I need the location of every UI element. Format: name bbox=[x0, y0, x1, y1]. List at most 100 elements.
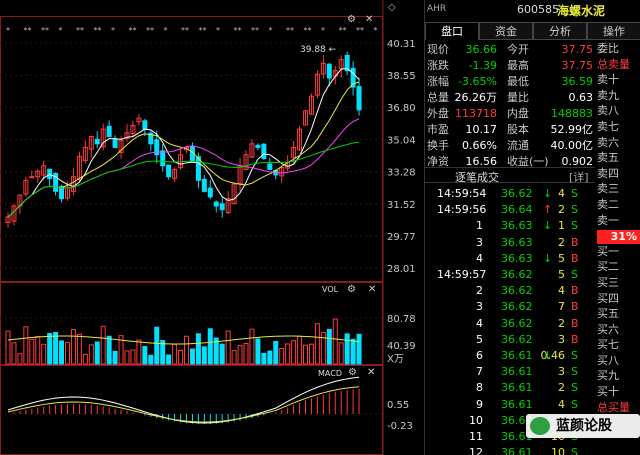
tick-time: 12 bbox=[469, 446, 483, 455]
order-book-label: 买五 bbox=[597, 307, 619, 321]
event-marker: * bbox=[6, 26, 10, 35]
tick-time: 1 bbox=[476, 219, 483, 233]
stat-label: 总量 bbox=[427, 91, 449, 104]
tick-volume: 0.46 bbox=[540, 349, 566, 362]
candle-body bbox=[207, 187, 213, 198]
price-axis-label: 31.52 bbox=[387, 200, 416, 211]
volume-bar bbox=[350, 338, 356, 365]
stat-row: 市盈 10.17 股本 52.99亿 bbox=[425, 122, 595, 138]
candle-body bbox=[112, 139, 118, 148]
volume-bar bbox=[356, 333, 362, 365]
volume-bar bbox=[166, 354, 172, 365]
gear-icon[interactable]: ⚙ bbox=[347, 14, 356, 25]
candle-body bbox=[142, 120, 148, 130]
volume-bar bbox=[255, 338, 261, 365]
tick-price: 36.61 bbox=[501, 381, 533, 395]
tick-detail-link[interactable]: [详] bbox=[569, 169, 589, 185]
tick-side: S bbox=[571, 349, 578, 362]
close-icon[interactable]: ✕ bbox=[368, 284, 376, 295]
tab-pankou[interactable]: 盘口 bbox=[425, 22, 479, 40]
event-marker: ** bbox=[94, 26, 102, 35]
tick-time: 14:59:56 bbox=[437, 203, 487, 217]
tick-volume: 2 bbox=[558, 381, 565, 395]
order-book-label: 总买量 bbox=[597, 400, 630, 414]
candle-body bbox=[356, 86, 362, 111]
price-axis-label: 33.28 bbox=[387, 168, 416, 179]
tick-row: 14:59:56 36.64 ↑ 2 S bbox=[425, 202, 595, 218]
kline-chart-area[interactable]: 40.31 38.55 36.80 35.04 33.28 31.52 29.77 28.01… bbox=[0, 0, 422, 455]
volume-bar bbox=[106, 335, 112, 365]
tick-time: 11 bbox=[469, 430, 483, 443]
volume-bar bbox=[189, 348, 195, 365]
panel-tabs: 盘口 资金 分析 操作 bbox=[425, 22, 640, 40]
tick-time: 14:59:57 bbox=[437, 268, 487, 281]
stat-value: 113718 bbox=[455, 107, 497, 120]
tick-volume: 3 bbox=[558, 365, 565, 379]
tick-price: 36.64 bbox=[501, 203, 533, 217]
price-axis-label: 28.01 bbox=[387, 264, 416, 275]
tick-row: 14:59:57 36.62 5 S bbox=[425, 267, 595, 283]
tab-caozuo[interactable]: 操作 bbox=[587, 22, 640, 40]
close-icon[interactable]: ✕ bbox=[365, 14, 373, 25]
tick-row: 3 36.63 2 B bbox=[425, 235, 595, 251]
stat-value: 37.75 bbox=[561, 59, 594, 72]
stat-label: 量比 bbox=[507, 91, 529, 104]
event-marker: ** bbox=[304, 26, 312, 35]
tick-side: S bbox=[571, 268, 578, 281]
tick-time: 14:59:54 bbox=[437, 187, 487, 200]
gear-icon[interactable]: ⚙ bbox=[348, 367, 357, 378]
tick-row: 12 36.61 10 S bbox=[425, 445, 595, 455]
watermark-logo: 蓝颜论股 bbox=[526, 414, 640, 438]
tick-time: 4 bbox=[476, 251, 483, 265]
volume-bar bbox=[201, 346, 207, 365]
stat-row: 总量 26.26万 量比 0.63 bbox=[425, 90, 595, 106]
close-icon[interactable]: ✕ bbox=[367, 367, 375, 378]
stat-label: 现价 bbox=[427, 43, 449, 56]
tick-side: S bbox=[571, 203, 578, 217]
tick-row: 7 36.61 3 S bbox=[425, 364, 595, 380]
candle-body bbox=[94, 138, 100, 145]
event-marker: ** bbox=[199, 26, 207, 35]
tick-side: S bbox=[571, 187, 578, 200]
tick-volume: 4 bbox=[558, 284, 565, 298]
stat-row: 涨幅 -3.65% 最低 36.59 bbox=[425, 74, 595, 90]
volume-bar bbox=[219, 343, 225, 365]
volume-bar bbox=[273, 340, 279, 365]
tick-price: 36.62 bbox=[501, 316, 533, 330]
tick-volume: 2 bbox=[558, 235, 565, 249]
tab-zijin[interactable]: 资金 bbox=[479, 22, 533, 40]
volume-bar bbox=[142, 346, 148, 365]
stat-value: 52.99亿 bbox=[550, 123, 594, 136]
stat-label: 最高 bbox=[507, 59, 529, 72]
tick-time: 2 bbox=[476, 284, 483, 298]
volume-bar bbox=[207, 328, 213, 365]
panel-toggle-icon: ◇ bbox=[388, 2, 396, 13]
stat-value: 37.75 bbox=[561, 43, 594, 56]
gear-icon[interactable]: ⚙ bbox=[347, 284, 356, 295]
stat-row: 换手 0.66% 流通 40.00亿 bbox=[425, 138, 595, 154]
tick-side: B bbox=[571, 316, 579, 330]
tick-price: 36.63 bbox=[501, 251, 533, 265]
tick-row: 5 36.62 3 B bbox=[425, 332, 595, 348]
stat-label: 外盘 bbox=[427, 107, 449, 120]
tick-side: S bbox=[571, 446, 578, 455]
volume-bar bbox=[112, 350, 118, 365]
tab-fenxi[interactable]: 分析 bbox=[533, 22, 587, 40]
tick-row: 4 36.63 ↓ 5 B bbox=[425, 251, 595, 267]
candle-body bbox=[267, 163, 273, 170]
event-marker: * bbox=[216, 26, 220, 35]
volume-axis-label: 80.78 bbox=[387, 314, 416, 325]
stat-value: 36.59 bbox=[561, 75, 594, 88]
max-price-label: 39.88 ← bbox=[300, 45, 337, 55]
tick-side: S bbox=[571, 397, 578, 411]
tick-volume: 4 bbox=[558, 397, 565, 411]
event-marker: * bbox=[269, 26, 273, 35]
ahr-label[interactable]: AHR bbox=[427, 4, 446, 14]
price-axis-label: 36.80 bbox=[387, 103, 416, 114]
order-book-label: 卖二 bbox=[597, 197, 619, 211]
event-marker: * bbox=[111, 26, 115, 35]
tick-time: 8 bbox=[476, 381, 483, 395]
event-marker: * bbox=[374, 26, 378, 35]
tick-row: 14:59:54 36.62 ↓ 4 S bbox=[425, 186, 595, 202]
volume-axis-label: X万 bbox=[387, 354, 404, 365]
